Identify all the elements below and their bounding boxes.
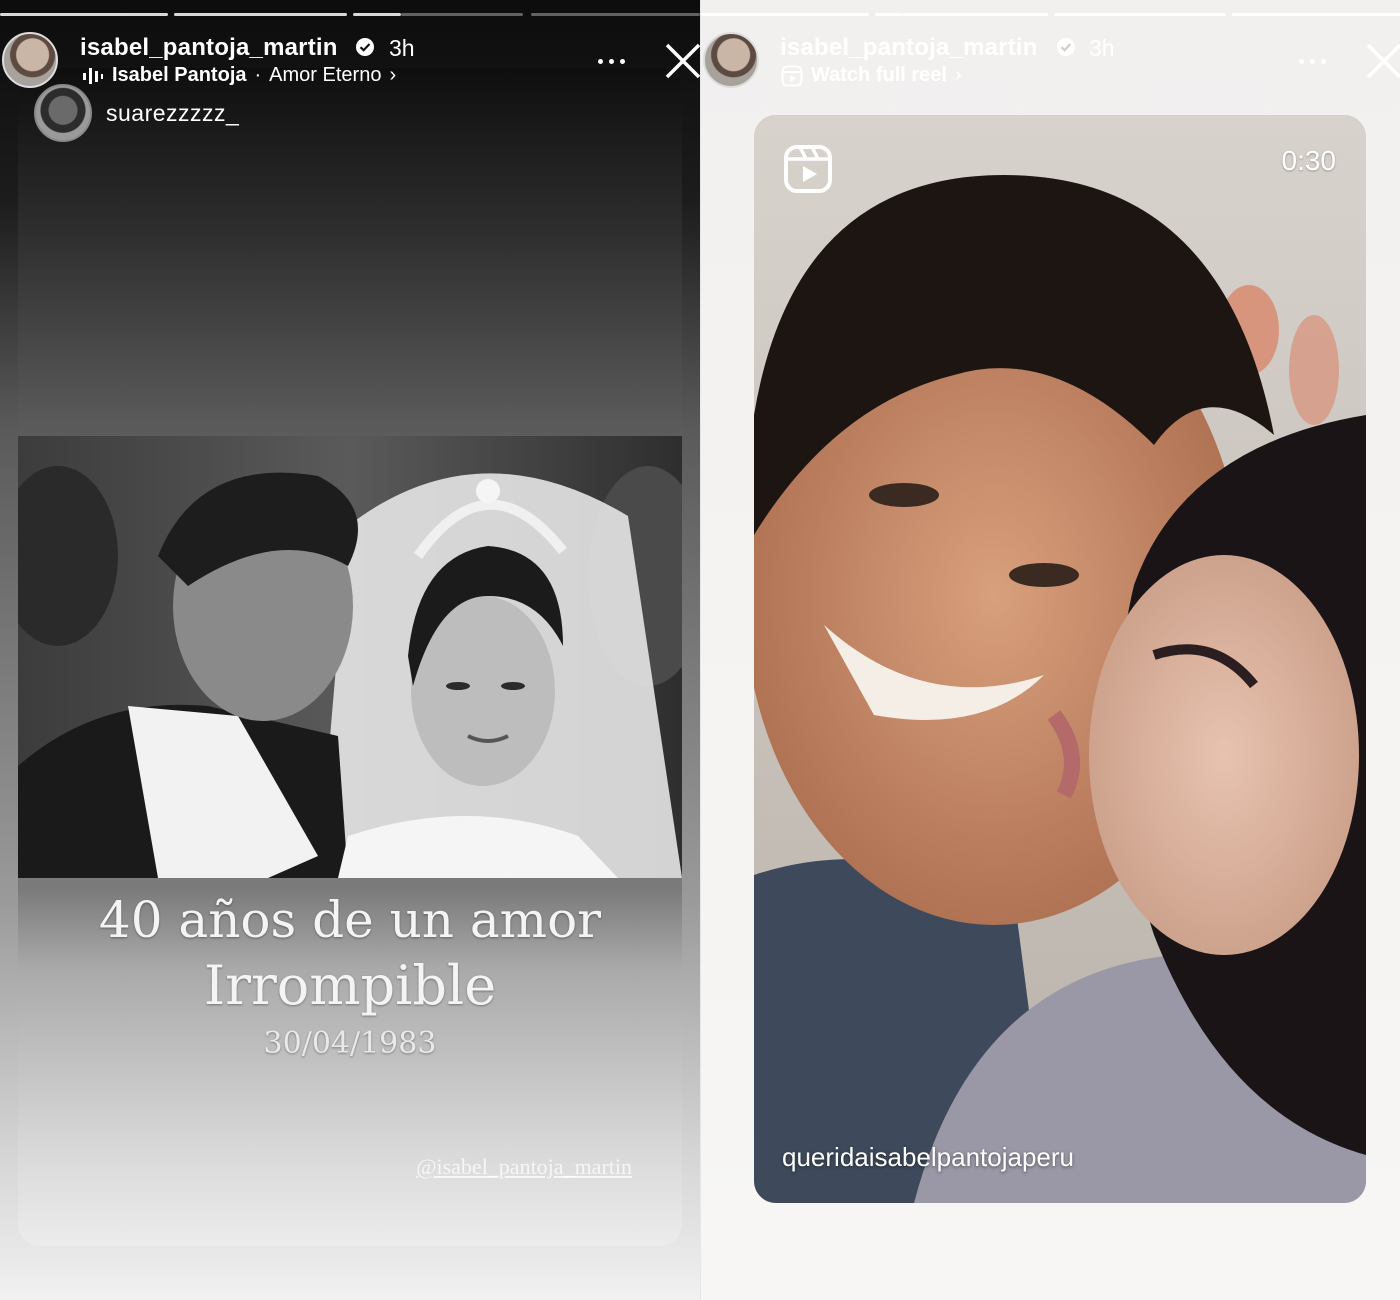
caption-line-2: Irrompible (203, 954, 497, 1017)
profile-avatar[interactable] (703, 32, 759, 88)
caption-date: 30/04/1983 (263, 1026, 437, 1061)
reel-preview[interactable]: 0:30 queridaisabelpantojaperu (754, 115, 1366, 1203)
close-icon[interactable] (1365, 42, 1400, 80)
reel-duration: 0:30 (1281, 145, 1337, 176)
music-artist: Isabel Pantoja (112, 64, 247, 86)
watermark-tag: @isabel_pantoja_martin (416, 1154, 632, 1179)
profile-avatar[interactable] (2, 32, 58, 88)
chevron-right-icon: › (389, 64, 397, 86)
music-attribution[interactable]: Isabel Pantoja · Amor Eterno › (82, 64, 396, 87)
reel-icon (784, 145, 832, 193)
progress-segment-3-remaining (401, 13, 523, 16)
watch-full-reel-link[interactable]: Watch full reel › (781, 64, 962, 87)
story-time: 3h (389, 35, 415, 61)
music-song: Amor Eterno (269, 64, 382, 86)
story-time: 3h (1089, 35, 1115, 61)
close-icon[interactable] (664, 42, 700, 80)
story-panel-left[interactable]: suarezzzzz_ 40 años de un amor Irrompibl… (0, 0, 700, 1300)
progress-segment-2-remaining (901, 13, 1048, 16)
progress-segment-2 (174, 13, 347, 16)
caption-line-1: 40 años de un amor (98, 891, 602, 949)
mention-username: suarezzzzz_ (106, 99, 240, 126)
reel-account[interactable]: queridaisabelpantojaperu (782, 1142, 1074, 1173)
wedding-photo (18, 436, 682, 878)
progress-segment-1 (701, 13, 869, 16)
music-separator: · (254, 64, 262, 86)
reel-thumbnail-graphic (754, 115, 1366, 1203)
verified-badge-icon (356, 38, 374, 56)
story-username[interactable]: isabel_pantoja_martin (780, 34, 1038, 62)
chevron-right-icon: › (954, 64, 962, 86)
reel-icon (781, 65, 803, 86)
music-bars-icon (83, 67, 103, 84)
story-username[interactable]: isabel_pantoja_martin (80, 34, 338, 62)
progress-segment-1 (0, 13, 168, 16)
story-panel-right[interactable]: 0:30 queridaisabelpantojaperu isabel_pan… (701, 0, 1400, 1300)
watch-full-reel-label: Watch full reel (811, 64, 947, 86)
wedding-photo-graphic (18, 436, 682, 878)
progress-segment-2-active (875, 13, 901, 16)
mention-avatar (34, 84, 92, 142)
story-card[interactable]: suarezzzzz_ 40 años de un amor Irrompibl… (18, 68, 682, 1246)
progress-segment-3-active (353, 13, 401, 16)
more-options-icon[interactable] (1299, 56, 1331, 66)
mention-sticker[interactable]: suarezzzzz_ (34, 84, 239, 142)
verified-badge-icon (1057, 38, 1075, 56)
progress-segment-4 (531, 13, 700, 16)
progress-segment-3 (1054, 13, 1226, 16)
progress-segment-4 (1232, 13, 1400, 16)
more-options-icon[interactable] (598, 56, 630, 66)
